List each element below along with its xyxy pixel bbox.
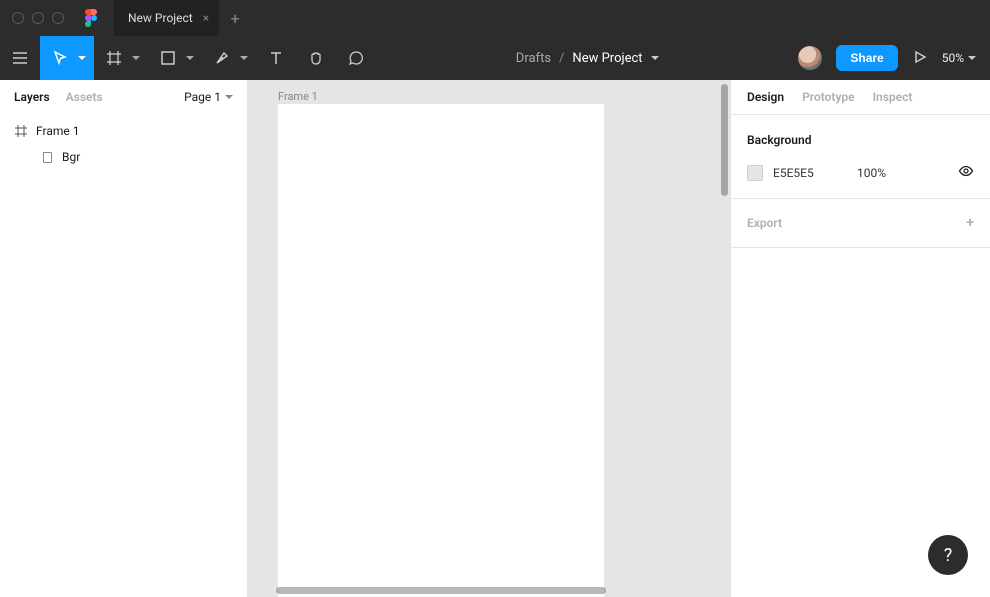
traffic-min-icon[interactable] xyxy=(32,12,44,24)
export-section[interactable]: Export + xyxy=(731,199,990,248)
frame-tool[interactable] xyxy=(94,36,148,80)
right-panel: Design Prototype Inspect Background E5E5… xyxy=(730,80,990,597)
breadcrumb-separator: / xyxy=(559,51,564,66)
background-section: Background E5E5E5 100% xyxy=(731,115,990,199)
rectangle-icon xyxy=(40,152,54,163)
layer-row-frame[interactable]: Frame 1 xyxy=(0,118,247,144)
horizontal-scrollbar[interactable] xyxy=(276,587,606,594)
frame-icon xyxy=(14,125,28,137)
layer-row-bgr[interactable]: Bgr xyxy=(0,144,247,170)
vertical-scrollbar[interactable] xyxy=(721,84,728,196)
traffic-max-icon[interactable] xyxy=(52,12,64,24)
export-label: Export xyxy=(747,216,782,230)
layer-label: Frame 1 xyxy=(36,124,79,138)
text-tool[interactable] xyxy=(256,36,296,80)
page-selector[interactable]: Page 1 xyxy=(184,90,233,104)
tab-design[interactable]: Design xyxy=(747,90,784,104)
visibility-toggle-icon[interactable] xyxy=(958,163,974,182)
background-opacity[interactable]: 100% xyxy=(857,166,897,180)
tab-prototype[interactable]: Prototype xyxy=(802,90,855,104)
background-hex[interactable]: E5E5E5 xyxy=(773,166,833,180)
share-button[interactable]: Share xyxy=(836,45,897,71)
pen-tool[interactable] xyxy=(202,36,256,80)
tab-close-icon[interactable]: × xyxy=(203,11,209,25)
window-controls[interactable] xyxy=(12,12,64,24)
figma-logo-icon[interactable] xyxy=(82,9,100,27)
zoom-selector[interactable]: 50% xyxy=(942,51,976,65)
present-button[interactable] xyxy=(912,49,928,68)
canvas-frame[interactable] xyxy=(278,104,604,597)
tab-title: New Project xyxy=(128,11,193,25)
background-swatch[interactable] xyxy=(747,165,763,181)
new-tab-button[interactable]: + xyxy=(219,0,251,36)
avatar[interactable] xyxy=(798,46,822,70)
tab-assets[interactable]: Assets xyxy=(66,90,103,104)
canvas[interactable]: Frame 1 xyxy=(248,80,730,597)
traffic-close-icon[interactable] xyxy=(12,12,24,24)
document-tab[interactable]: New Project × xyxy=(114,0,219,36)
breadcrumb: Drafts / New Project xyxy=(376,51,798,66)
main-menu-button[interactable] xyxy=(0,36,40,80)
help-button[interactable]: ? xyxy=(928,535,968,575)
breadcrumb-parent[interactable]: Drafts xyxy=(516,51,551,66)
tab-layers[interactable]: Layers xyxy=(14,90,50,104)
frame-label[interactable]: Frame 1 xyxy=(278,90,318,103)
breadcrumb-title[interactable]: New Project xyxy=(572,51,658,66)
move-tool[interactable] xyxy=(40,36,94,80)
shape-tool[interactable] xyxy=(148,36,202,80)
hand-tool[interactable] xyxy=(296,36,336,80)
layer-label: Bgr xyxy=(62,150,80,164)
tab-inspect[interactable]: Inspect xyxy=(873,90,913,104)
background-title: Background xyxy=(747,133,974,147)
add-export-icon[interactable]: + xyxy=(966,215,974,231)
comment-tool[interactable] xyxy=(336,36,376,80)
left-panel: Layers Assets Page 1 Frame 1 Bgr xyxy=(0,80,248,597)
